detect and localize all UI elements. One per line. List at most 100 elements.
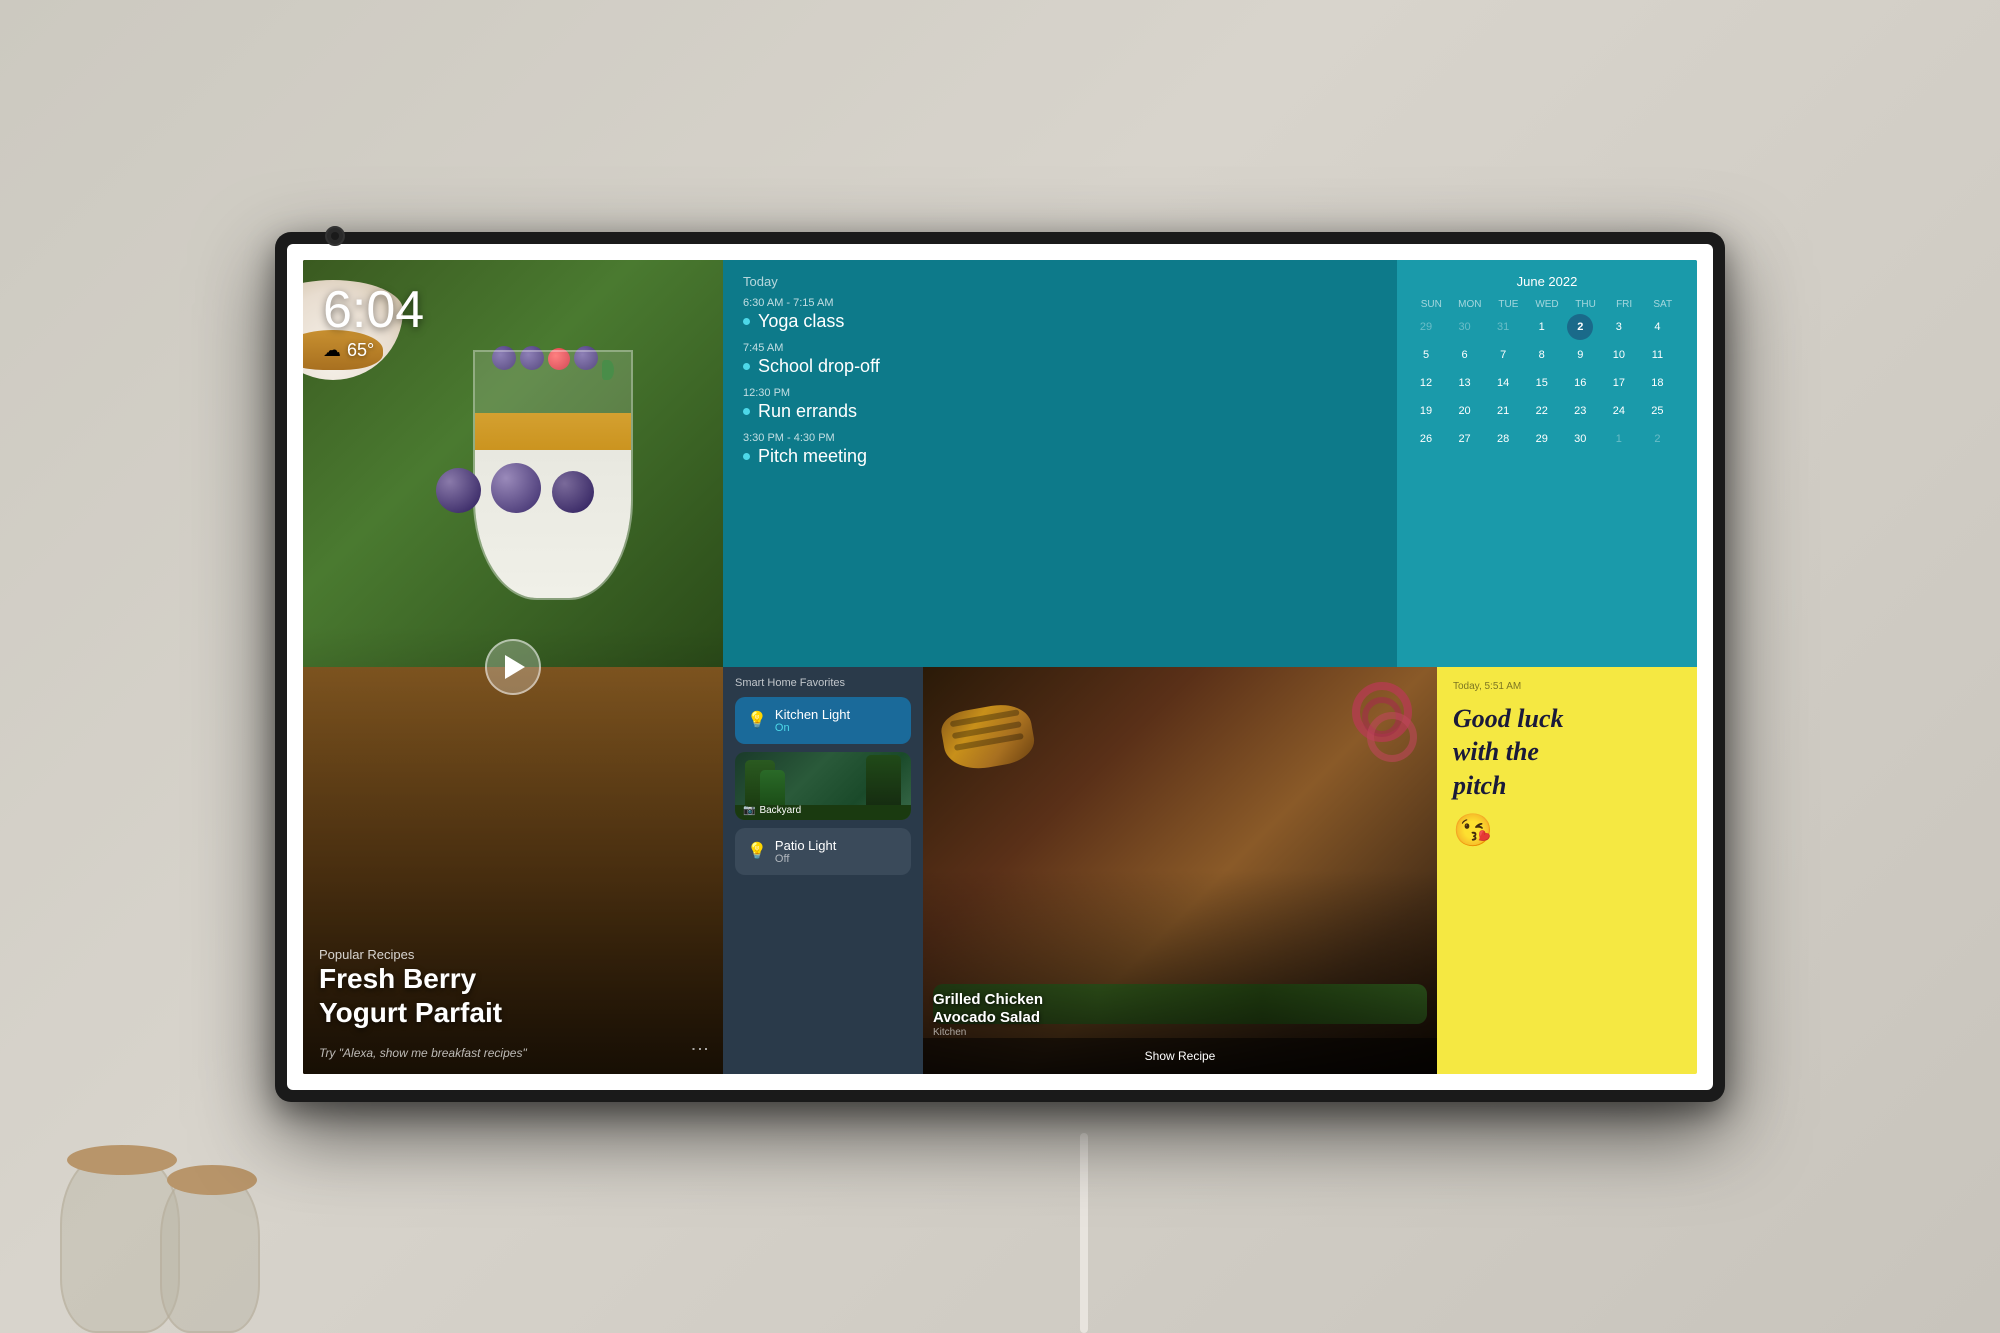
- cal-day-today[interactable]: 2: [1567, 314, 1593, 340]
- cal-day[interactable]: 9: [1567, 342, 1593, 368]
- tv-frame: 6:04 ☁ 65° Popular Recipes Fresh BerryYo…: [275, 232, 1725, 1102]
- food-info: Grilled ChickenAvocado Salad Kitchen: [933, 991, 1043, 1038]
- weather-row: ☁ 65°: [323, 340, 424, 361]
- device-status: On: [775, 722, 850, 734]
- big-berry: [436, 468, 481, 513]
- event-dot: [743, 453, 750, 460]
- cal-day[interactable]: 23: [1567, 398, 1593, 424]
- cal-day[interactable]: 4: [1644, 314, 1670, 340]
- sticky-emoji: 😘: [1453, 811, 1681, 849]
- cal-day[interactable]: 5: [1413, 342, 1439, 368]
- cal-day[interactable]: 31: [1490, 314, 1516, 340]
- sticky-message: Good luckwith thepitch: [1453, 702, 1681, 803]
- play-icon: [505, 655, 525, 679]
- device-patio-light[interactable]: 💡 Patio Light Off: [735, 828, 911, 875]
- cal-day[interactable]: 29: [1529, 426, 1555, 452]
- calendar-grid: SUN MON TUE WED THU FRI SAT 29 30 31: [1413, 297, 1681, 452]
- tv-bezel: 6:04 ☁ 65° Popular Recipes Fresh BerryYo…: [287, 244, 1713, 1090]
- device-status: Off: [775, 853, 836, 865]
- device-kitchen-light[interactable]: 💡 Kitchen Light On: [735, 697, 911, 744]
- event-2[interactable]: 7:45 AM School drop-off: [743, 342, 1377, 377]
- cal-header-thu: THU: [1567, 297, 1604, 312]
- event-time-1: 6:30 AM - 7:15 AM: [743, 297, 1377, 309]
- event-time-3: 12:30 PM: [743, 387, 1377, 399]
- what-to-eat-panel: What To Eat: [923, 667, 1437, 1074]
- cal-day[interactable]: 8: [1529, 342, 1555, 368]
- cal-day[interactable]: 15: [1529, 370, 1555, 396]
- device-backyard[interactable]: 📷 Backyard: [735, 752, 911, 820]
- event-4[interactable]: 3:30 PM - 4:30 PM Pitch meeting: [743, 432, 1377, 467]
- calendar-panel: June 2022 SUN MON TUE WED THU FRI SAT: [1397, 260, 1697, 667]
- cal-day[interactable]: 19: [1413, 398, 1439, 424]
- cal-day[interactable]: 6: [1452, 342, 1478, 368]
- cal-day[interactable]: 20: [1452, 398, 1478, 424]
- more-options[interactable]: ⋮: [689, 1040, 711, 1060]
- device-info: Patio Light Off: [775, 838, 836, 865]
- cal-day[interactable]: 28: [1490, 426, 1516, 452]
- cal-day[interactable]: 30: [1567, 426, 1593, 452]
- screen: 6:04 ☁ 65° Popular Recipes Fresh BerryYo…: [303, 260, 1697, 1074]
- event-title-1: Yoga class: [743, 311, 1377, 332]
- recipe-hint: Try "Alexa, show me breakfast recipes": [319, 1046, 527, 1060]
- event-time-2: 7:45 AM: [743, 342, 1377, 354]
- cal-day[interactable]: 25: [1644, 398, 1670, 424]
- show-recipe-label: Show Recipe: [1145, 1049, 1216, 1063]
- event-1[interactable]: 6:30 AM - 7:15 AM Yoga class: [743, 297, 1377, 332]
- tree: [760, 770, 785, 810]
- right-panels: Today 6:30 AM - 7:15 AM Yoga class 7:45 …: [723, 260, 1697, 1074]
- cal-day[interactable]: 11: [1644, 342, 1670, 368]
- cal-day[interactable]: 14: [1490, 370, 1516, 396]
- event-dot: [743, 318, 750, 325]
- clock: 6:04: [323, 284, 424, 336]
- cal-day[interactable]: 16: [1567, 370, 1593, 396]
- play-button[interactable]: [485, 639, 541, 695]
- food-title: Grilled ChickenAvocado Salad: [933, 991, 1043, 1027]
- temperature: 65°: [347, 340, 374, 361]
- cal-day[interactable]: 22: [1529, 398, 1555, 424]
- event-title-2: School drop-off: [743, 356, 1377, 377]
- cal-day[interactable]: 1: [1606, 426, 1632, 452]
- device-info: Kitchen Light On: [775, 707, 850, 734]
- cal-day[interactable]: 29: [1413, 314, 1439, 340]
- cal-day[interactable]: 2: [1644, 426, 1670, 452]
- cal-day[interactable]: 7: [1490, 342, 1516, 368]
- cal-header-wed: WED: [1529, 297, 1566, 312]
- top-right: Today 6:30 AM - 7:15 AM Yoga class 7:45 …: [723, 260, 1697, 667]
- cal-day[interactable]: 17: [1606, 370, 1632, 396]
- cal-day[interactable]: 1: [1529, 314, 1555, 340]
- device-name: Kitchen Light: [775, 707, 850, 722]
- device-row: 💡 Patio Light Off: [747, 838, 899, 865]
- cal-day[interactable]: 18: [1644, 370, 1670, 396]
- kitchen-jars: [0, 1073, 280, 1333]
- cal-day[interactable]: 12: [1413, 370, 1439, 396]
- weather-icon: ☁: [323, 340, 341, 361]
- today-panel: Today 6:30 AM - 7:15 AM Yoga class 7:45 …: [723, 260, 1397, 667]
- light-icon: 💡: [747, 710, 767, 730]
- time-display: 6:04 ☁ 65°: [323, 284, 424, 361]
- jar-lid-2: [167, 1165, 257, 1195]
- cal-day[interactable]: 26: [1413, 426, 1439, 452]
- food-source: Kitchen: [933, 1027, 1043, 1038]
- left-panel: 6:04 ☁ 65° Popular Recipes Fresh BerryYo…: [303, 260, 723, 1074]
- cal-header-tue: TUE: [1490, 297, 1527, 312]
- cal-header-sun: SUN: [1413, 297, 1450, 312]
- big-berry: [491, 463, 541, 513]
- sticky-timestamp: Today, 5:51 AM: [1453, 681, 1681, 692]
- cal-day[interactable]: 24: [1606, 398, 1632, 424]
- cal-day[interactable]: 21: [1490, 398, 1516, 424]
- camera-preview: 📷 Backyard: [735, 752, 911, 820]
- cal-day[interactable]: 30: [1452, 314, 1478, 340]
- cal-day[interactable]: 3: [1606, 314, 1632, 340]
- event-3[interactable]: 12:30 PM Run errands: [743, 387, 1377, 422]
- event-title-4: Pitch meeting: [743, 446, 1377, 467]
- event-dot: [743, 408, 750, 415]
- recipe-category: Popular Recipes: [319, 947, 502, 962]
- light-off-icon: 💡: [747, 841, 767, 861]
- show-recipe-button[interactable]: Show Recipe: [923, 1038, 1437, 1074]
- jar-lid-1: [67, 1145, 177, 1175]
- smart-home-panel: Smart Home Favorites 💡 Kitchen Light On: [723, 667, 923, 1074]
- cal-day[interactable]: 10: [1606, 342, 1632, 368]
- cal-day[interactable]: 27: [1452, 426, 1478, 452]
- today-label: Today: [743, 274, 1377, 289]
- cal-day[interactable]: 13: [1452, 370, 1478, 396]
